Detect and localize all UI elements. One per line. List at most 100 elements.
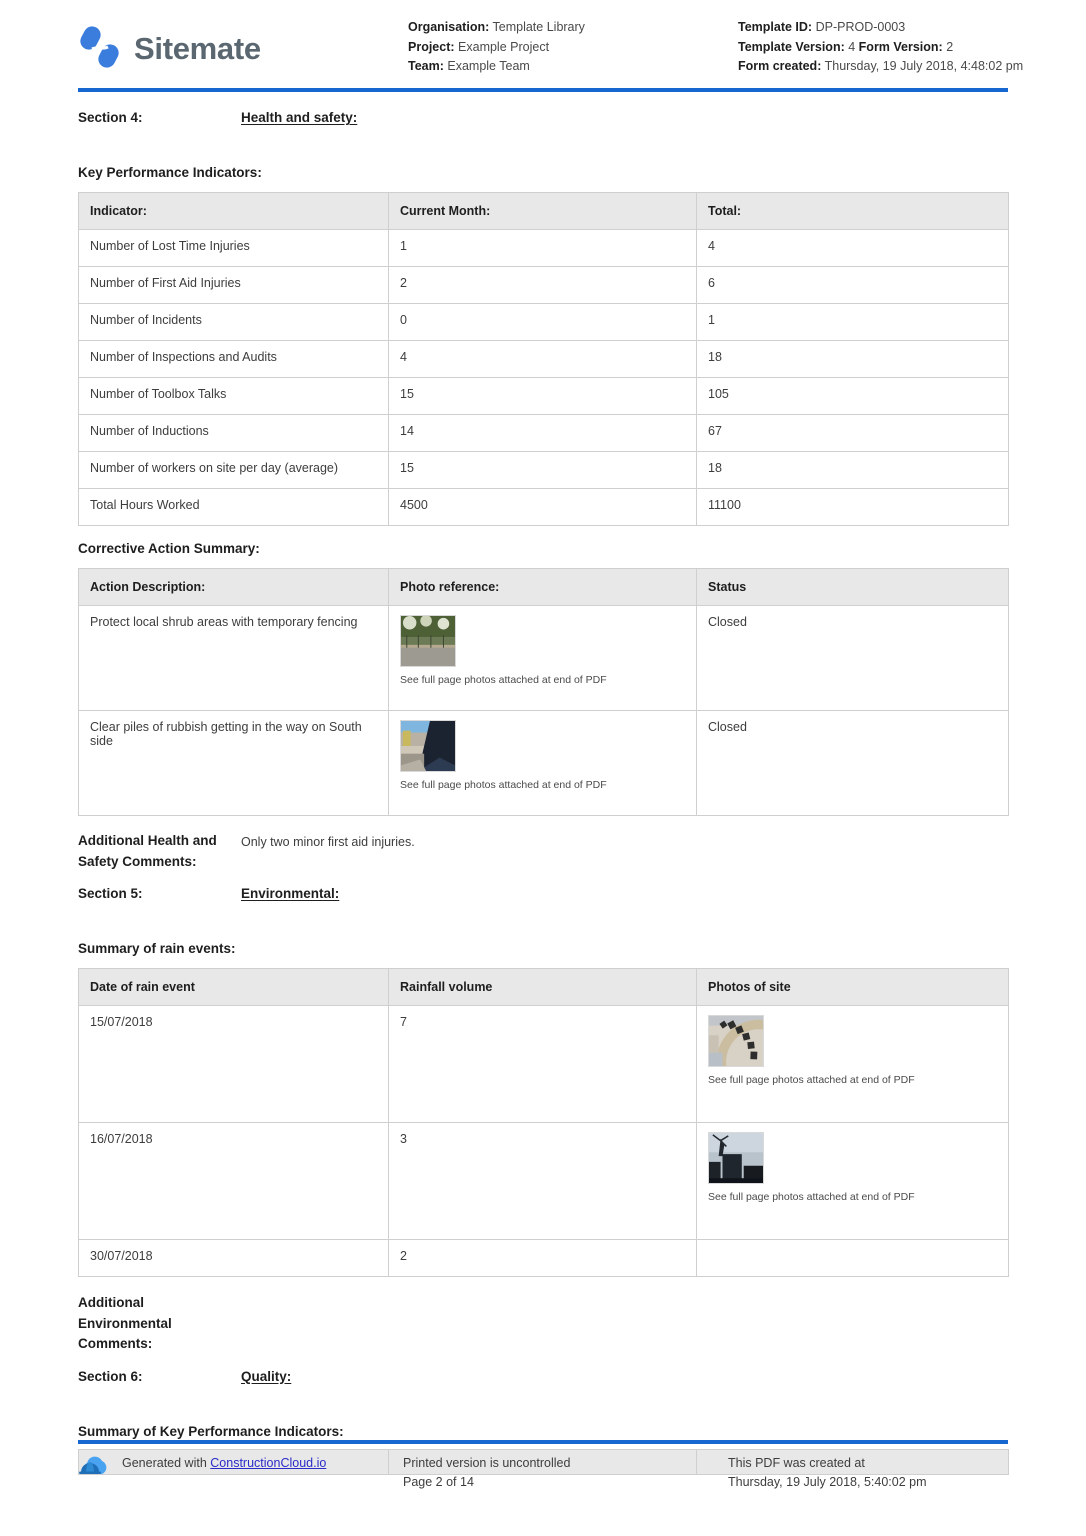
construction-cloud-link[interactable]: ConstructionCloud.io bbox=[210, 1456, 326, 1470]
table-row: Number of workers on site per day (avera… bbox=[78, 451, 1009, 489]
footer-page-number: Page 2 of 14 bbox=[403, 1475, 474, 1489]
meta-form-version-label: Form Version: bbox=[858, 39, 943, 54]
rain-photo-caption: See full page photos attached at end of … bbox=[708, 1074, 915, 1086]
rain-header-volume: Rainfall volume bbox=[388, 968, 697, 1006]
kpi-current-month: 0 bbox=[388, 303, 697, 341]
kpi-indicator: Number of workers on site per day (avera… bbox=[78, 451, 389, 489]
kpi-total: 67 bbox=[696, 414, 1009, 452]
kpi-current-month: 14 bbox=[388, 414, 697, 452]
kpi-header-total: Total: bbox=[696, 192, 1009, 230]
table-row: Clear piles of rubbish getting in the wa… bbox=[78, 710, 1009, 816]
kpi-indicator: Number of Incidents bbox=[78, 303, 389, 341]
table-row: Number of Toolbox Talks 15 105 bbox=[78, 377, 1009, 415]
kpi-indicator: Total Hours Worked bbox=[78, 488, 389, 526]
kpi-total: 1 bbox=[696, 303, 1009, 341]
rain-events-table: Date of rain event Rainfall volume Photo… bbox=[78, 968, 1009, 1277]
meta-form-version-value: 2 bbox=[946, 39, 954, 54]
document-header: Sitemate Organisation: Template Library … bbox=[78, 0, 1023, 88]
table-row: Number of Incidents 0 1 bbox=[78, 303, 1009, 341]
rain-photo-cell bbox=[696, 1239, 1009, 1277]
kpi-summary-title: Summary of Key Performance Indicators: bbox=[78, 1423, 344, 1439]
kpi-current-month: 2 bbox=[388, 266, 697, 304]
ca-header-photo: Photo reference: bbox=[388, 568, 697, 606]
meta-form-created: Form created: Thursday, 19 July 2018, 4:… bbox=[738, 57, 1038, 77]
section-6-title: Quality: bbox=[241, 1368, 292, 1384]
ca-header-status: Status bbox=[696, 568, 1009, 606]
table-row: Number of Lost Time Injuries 1 4 bbox=[78, 229, 1009, 267]
meta-template-id-value: DP-PROD-0003 bbox=[815, 20, 906, 34]
table-header-row: Indicator: Current Month: Total: bbox=[78, 192, 1009, 230]
kpi-current-month: 1 bbox=[388, 229, 697, 267]
photo-thumbnail-rubbish bbox=[400, 720, 685, 772]
health-safety-comments: Additional Health and Safety Comments: O… bbox=[78, 831, 1008, 872]
ca-status: Closed bbox=[696, 605, 1009, 711]
meta-template-version-value: 4 bbox=[848, 39, 856, 54]
section-5-title: Environmental: bbox=[241, 886, 340, 901]
table-row: Number of First Aid Injuries 2 6 bbox=[78, 266, 1009, 304]
meta-team-value: Example Team bbox=[447, 59, 530, 73]
rain-header-photos: Photos of site bbox=[696, 968, 1009, 1006]
meta-template-id-label: Template ID: bbox=[738, 20, 813, 34]
kpi-header-current-month: Current Month: bbox=[388, 192, 697, 230]
section-6-label: Section 6: bbox=[78, 1368, 143, 1384]
rain-photo-cell: See full page photos attached at end of … bbox=[696, 1122, 1009, 1240]
section-5-label: Section 5: bbox=[78, 886, 143, 901]
footer-created-line-1: This PDF was created at bbox=[728, 1456, 865, 1470]
section-4-label: Section 4: bbox=[78, 110, 143, 125]
rain-photo-cell: See full page photos attached at end of … bbox=[696, 1005, 1009, 1123]
photo-thumbnail-structure bbox=[708, 1015, 997, 1067]
kpi-table: Indicator: Current Month: Total: Number … bbox=[78, 192, 1009, 526]
header-divider bbox=[78, 88, 1008, 92]
environmental-comments-label: Additional Environmental Comments: bbox=[78, 1295, 172, 1351]
ca-description: Protect local shrub areas with temporary… bbox=[78, 605, 389, 711]
kpi-total: 11100 bbox=[696, 488, 1009, 526]
meta-project-value: Example Project bbox=[458, 39, 550, 54]
table-header-row: Date of rain event Rainfall volume Photo… bbox=[78, 968, 1009, 1006]
kpi-indicator: Number of Inspections and Audits bbox=[78, 340, 389, 378]
footer-generated-prefix: Generated with bbox=[122, 1456, 207, 1470]
ca-photo-caption: See full page photos attached at end of … bbox=[400, 674, 607, 686]
health-safety-comments-value: Only two minor first aid injuries. bbox=[241, 835, 415, 849]
section-6-heading: Section 6: Quality: bbox=[78, 1369, 1008, 1384]
kpi-current-month: 15 bbox=[388, 451, 697, 489]
health-safety-comments-label: Additional Health and Safety Comments: bbox=[78, 833, 217, 869]
header-meta-left: Organisation: Template Library Project: … bbox=[408, 18, 738, 77]
brand: Sitemate bbox=[78, 18, 408, 72]
meta-organisation-value: Template Library bbox=[492, 20, 585, 34]
corrective-action-title: Corrective Action Summary: bbox=[78, 541, 260, 556]
corrective-action-table: Action Description: Photo reference: Sta… bbox=[78, 568, 1009, 816]
meta-form-created-label: Form created: bbox=[738, 59, 822, 73]
table-row: Protect local shrub areas with temporary… bbox=[78, 605, 1009, 711]
footer-created-timestamp: Thursday, 19 July 2018, 5:40:02 pm bbox=[728, 1475, 927, 1489]
construction-cloud-icon bbox=[78, 1452, 114, 1476]
table-row: 15/07/2018 7 See full page photos attach… bbox=[78, 1005, 1009, 1123]
footer-divider bbox=[78, 1440, 1008, 1444]
rain-volume: 2 bbox=[388, 1239, 697, 1277]
photo-thumbnail-silhouette bbox=[708, 1132, 997, 1184]
kpi-indicator: Number of First Aid Injuries bbox=[78, 266, 389, 304]
footer-generated-with: Generated with ConstructionCloud.io bbox=[78, 1454, 403, 1492]
footer-printed-notice: Printed version is uncontrolled Page 2 o… bbox=[403, 1454, 728, 1492]
table-row: 30/07/2018 2 bbox=[78, 1239, 1009, 1277]
kpi-indicator: Number of Lost Time Injuries bbox=[78, 229, 389, 267]
ca-photo-cell: See full page photos attached at end of … bbox=[388, 710, 697, 816]
kpi-total: 18 bbox=[696, 340, 1009, 378]
rain-volume: 3 bbox=[388, 1122, 697, 1240]
footer-printed-line-1: Printed version is uncontrolled bbox=[403, 1456, 571, 1470]
kpi-indicator: Number of Toolbox Talks bbox=[78, 377, 389, 415]
table-header-row: Action Description: Photo reference: Sta… bbox=[78, 568, 1009, 606]
document-footer: Generated with ConstructionCloud.io Prin… bbox=[78, 1440, 1008, 1492]
table-row: Total Hours Worked 4500 11100 bbox=[78, 488, 1009, 526]
kpi-total: 18 bbox=[696, 451, 1009, 489]
rain-header-date: Date of rain event bbox=[78, 968, 389, 1006]
meta-team-label: Team: bbox=[408, 59, 444, 73]
meta-versions: Template Version: 4 Form Version: 2 bbox=[738, 38, 1038, 58]
section-4-title: Health and safety: bbox=[241, 110, 358, 125]
meta-template-id: Template ID: DP-PROD-0003 bbox=[738, 18, 1038, 38]
kpi-title: Key Performance Indicators: bbox=[78, 165, 262, 180]
kpi-header-indicator: Indicator: bbox=[78, 192, 389, 230]
meta-organisation: Organisation: Template Library bbox=[408, 18, 738, 38]
meta-template-version-label: Template Version: bbox=[738, 39, 845, 54]
meta-project-label: Project: bbox=[408, 39, 455, 54]
kpi-current-month: 4500 bbox=[388, 488, 697, 526]
